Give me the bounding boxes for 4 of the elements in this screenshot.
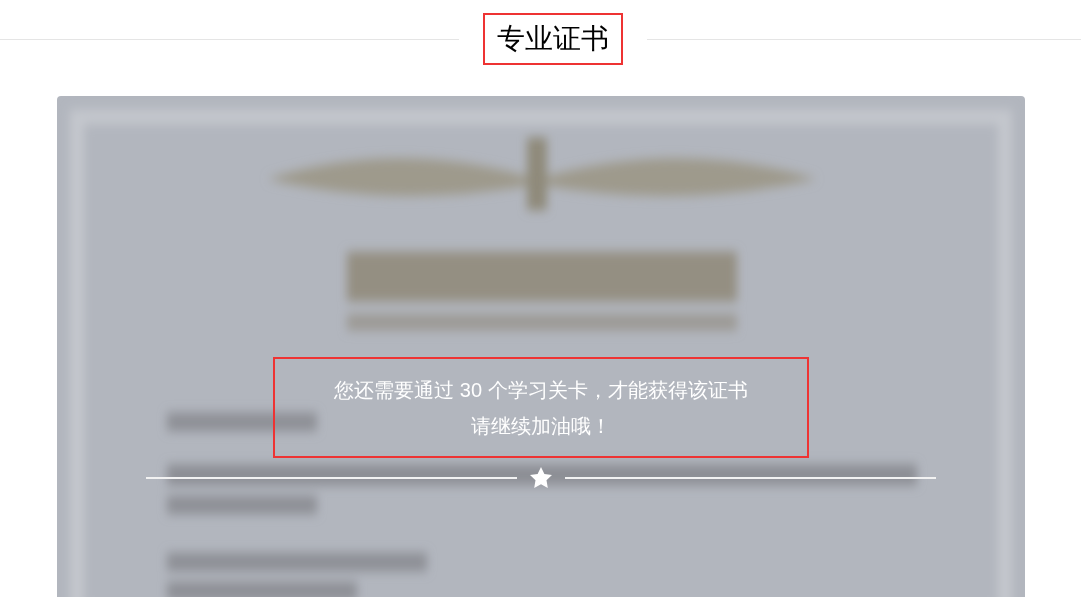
message-line: 您还需要通过 30 个学习关卡，才能获得该证书 — [334, 377, 748, 403]
section-title: 专业证书 — [483, 13, 623, 65]
message-line: 请继续加油哦！ — [471, 413, 611, 439]
star-icon — [529, 466, 553, 490]
